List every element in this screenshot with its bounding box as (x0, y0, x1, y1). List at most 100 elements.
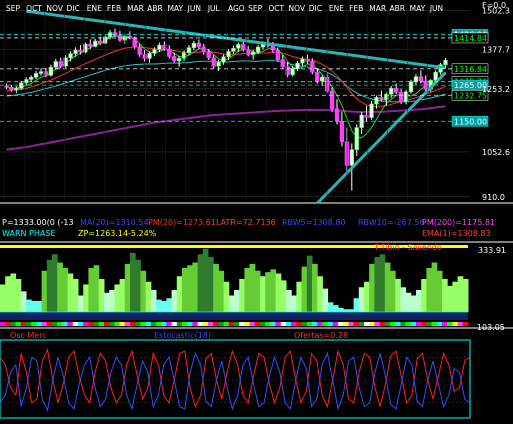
candle-body (394, 87, 399, 93)
phase-bar (436, 270, 443, 312)
phase-bar (254, 270, 261, 312)
phase-bar (306, 255, 313, 312)
phase-bar (187, 265, 193, 312)
phase-strip-cell (400, 322, 407, 326)
candle-body (147, 53, 152, 59)
indicator-readout: P=1333.00(0 (-13 (2, 218, 74, 227)
phase-strip-cell (374, 322, 381, 326)
candle-body (354, 127, 359, 150)
phase-bar (150, 290, 157, 312)
candle (329, 87, 335, 112)
phase-strip-cell (348, 322, 355, 326)
candle-body (172, 56, 177, 62)
phase-bar (374, 257, 381, 312)
month-label: ENE (87, 4, 102, 13)
phase-strip-cell (156, 322, 162, 326)
phase-bar (265, 272, 271, 312)
phase-bar (93, 265, 100, 312)
phase-bar (421, 279, 427, 312)
phase-strip-cell (369, 322, 375, 326)
phase-strip-cell (197, 322, 204, 326)
candle-body (38, 71, 44, 74)
phase-strip-cell (390, 322, 396, 326)
phase-bar (31, 301, 37, 312)
oscillator-label: Ofertas=0.28 (294, 331, 349, 340)
candle-body (339, 121, 345, 143)
month-label: NOV (289, 4, 306, 13)
phase-bar (416, 290, 422, 312)
phase-bar (114, 284, 121, 312)
month-label: FEB (107, 4, 121, 13)
candle-body (379, 97, 384, 101)
phase-strip-cell (322, 322, 329, 326)
phase-strip-cell (405, 322, 412, 326)
phase-bar (457, 276, 464, 312)
candle-body (403, 91, 409, 103)
phase-bar (182, 268, 188, 312)
phase-bar (124, 263, 131, 312)
candle-body (152, 49, 157, 54)
phase-bar (26, 299, 32, 312)
candle-body (300, 58, 305, 64)
phase-bar (67, 273, 74, 312)
indicator-readout: PM(200)=1175.81 (422, 218, 496, 227)
phase-bar (286, 290, 292, 312)
phase-bar (218, 270, 225, 312)
candle-body (83, 43, 88, 53)
month-label: FEB (349, 4, 363, 13)
phase-bar (0, 284, 6, 312)
phase-bar (291, 295, 297, 312)
phase-bar (135, 259, 141, 312)
phase-strip-cell (395, 322, 401, 326)
candle-body (231, 47, 236, 52)
oscillator-label: Estocastic(18) (154, 331, 211, 340)
phase-strip-cell (15, 322, 22, 326)
phase-bar (72, 279, 79, 312)
indicator-readout: MA(20)=1310.54 (80, 218, 149, 227)
phase-bar (228, 295, 235, 312)
phase-bar (280, 280, 287, 312)
phase-bar (104, 292, 110, 312)
phase-strip-cell (239, 322, 245, 326)
candle-body (9, 87, 14, 91)
phase-strip-cell (364, 322, 370, 326)
phase-strip-cell (436, 322, 443, 326)
indicator-readout: LATR=72.7136 (216, 218, 276, 227)
phase-strip-cell (20, 322, 27, 326)
candle-body (290, 68, 295, 76)
phase-strip-cell (41, 322, 48, 326)
phase-strip-cell (46, 322, 53, 326)
candle-body (167, 48, 172, 57)
candle-body (389, 87, 394, 95)
candle-body (398, 92, 404, 103)
candle-body (186, 47, 192, 53)
phase-bar (260, 276, 266, 312)
candle-body (176, 58, 182, 62)
phase-strip-cell (270, 322, 277, 326)
phase-strip-cell (5, 322, 11, 326)
phase-bar (442, 279, 448, 312)
phase-bar (83, 284, 89, 312)
phase-bar (426, 268, 433, 312)
price-marker-label: 1414.84 (454, 34, 487, 43)
phase-bar (400, 287, 407, 312)
candle-body (206, 51, 211, 59)
candle-body (310, 61, 315, 73)
candle-body (28, 76, 34, 80)
phase-strip-cell (119, 322, 126, 326)
phase-strip-cell (166, 322, 173, 326)
month-label: JUL (207, 4, 221, 13)
candle-body (295, 62, 300, 69)
phase-strip-cell (202, 322, 209, 326)
phase-bar (369, 263, 375, 312)
candle-body (418, 76, 424, 82)
candle-body (320, 76, 325, 82)
candle-body (250, 51, 256, 55)
month-label: OCT (268, 4, 284, 13)
price-tick-label: 910.0 (482, 193, 505, 202)
candle-body (201, 46, 206, 53)
indicator-readout: -5.24% (128, 229, 157, 238)
phase-strip-cell (327, 322, 334, 326)
phase-bar (452, 281, 459, 312)
candle-body (315, 71, 320, 82)
